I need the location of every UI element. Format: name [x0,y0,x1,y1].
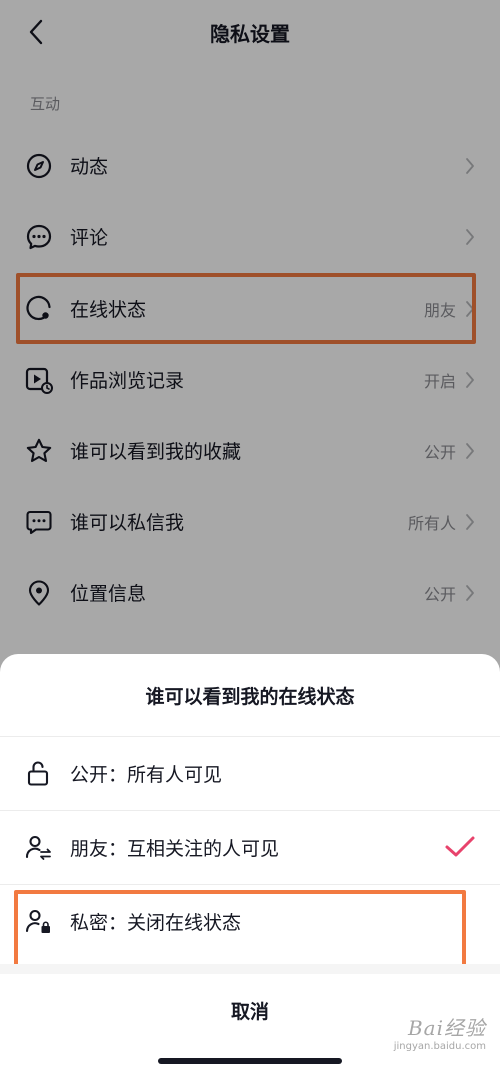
sheet-separator [0,964,500,974]
option-label: 朋友：互相关注的人可见 [70,837,280,860]
watermark-logo-text: Bai经验 [407,1016,486,1040]
sheet-title: 谁可以看到我的在线状态 [145,686,355,708]
divider [0,810,500,811]
unlock-icon [24,759,52,787]
checkmark-icon [445,836,475,857]
friends-icon [24,833,52,861]
home-indicator [158,1058,342,1064]
option-label: 公开：所有人可见 [70,763,223,786]
online-status-bottom-sheet: 谁可以看到我的在线状态 公开：所有人可见 朋友：互相关注的人可见 私密：关闭在线… [0,654,500,1072]
watermark: Bai经验 jingyan.baidu.com [394,1012,486,1052]
divider [0,884,500,885]
private-user-lock-icon [24,907,52,935]
option-label: 私密：关闭在线状态 [70,911,242,934]
option-public[interactable]: 公开：所有人可见 [0,738,500,808]
watermark-url: jingyan.baidu.com [393,1041,486,1052]
option-private[interactable]: 私密：关闭在线状态 [0,886,500,956]
divider [0,736,500,737]
option-friends[interactable]: 朋友：互相关注的人可见 [0,812,500,882]
